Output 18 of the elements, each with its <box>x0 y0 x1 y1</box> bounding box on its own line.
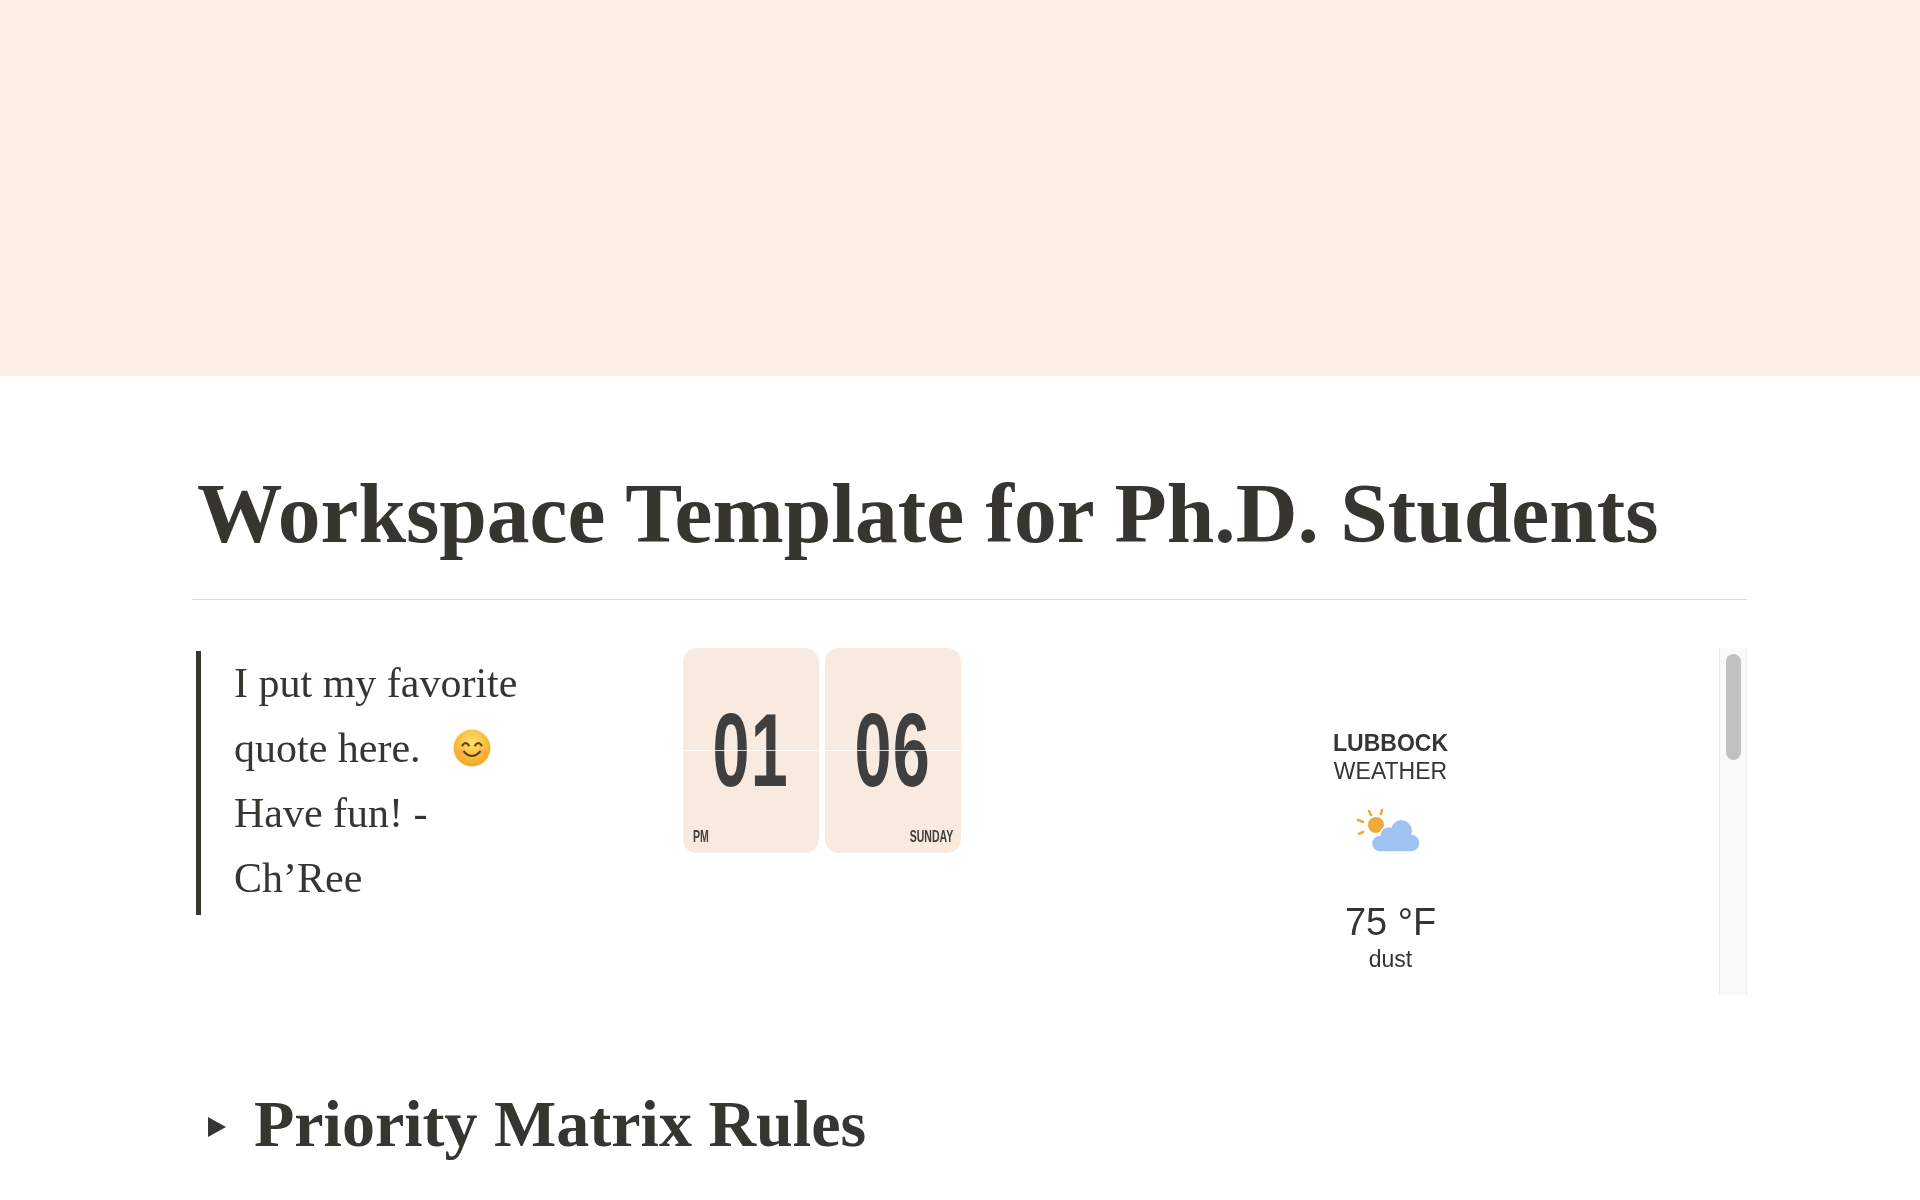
clock-hour: 01 <box>712 699 790 800</box>
quote-line: quote here. <box>234 723 421 773</box>
page-title: Workspace Template for Ph.D. Students <box>197 465 1660 562</box>
weather-city: LUBBOCK <box>1333 728 1448 757</box>
clock-period: PM <box>693 827 709 845</box>
quote-line: Have fun! - <box>234 788 428 838</box>
clock-weekday: SUNDAY <box>909 827 953 845</box>
weather-label: WEATHER <box>1333 756 1448 785</box>
scrollbar-thumb[interactable] <box>1725 653 1741 760</box>
weather-temperature: 75 °F <box>1344 899 1437 944</box>
weather-condition: dust <box>1368 945 1413 972</box>
smiling-face-icon <box>452 729 491 768</box>
quote-line: Ch’Ree <box>234 853 363 903</box>
toggle-triangle-icon[interactable] <box>208 1116 226 1137</box>
quote-line: I put my favorite <box>234 658 518 708</box>
clock-minute: 06 <box>854 699 932 800</box>
sun-cloud-icon <box>1355 807 1420 854</box>
section-heading: Priority Matrix Rules <box>254 1086 867 1161</box>
